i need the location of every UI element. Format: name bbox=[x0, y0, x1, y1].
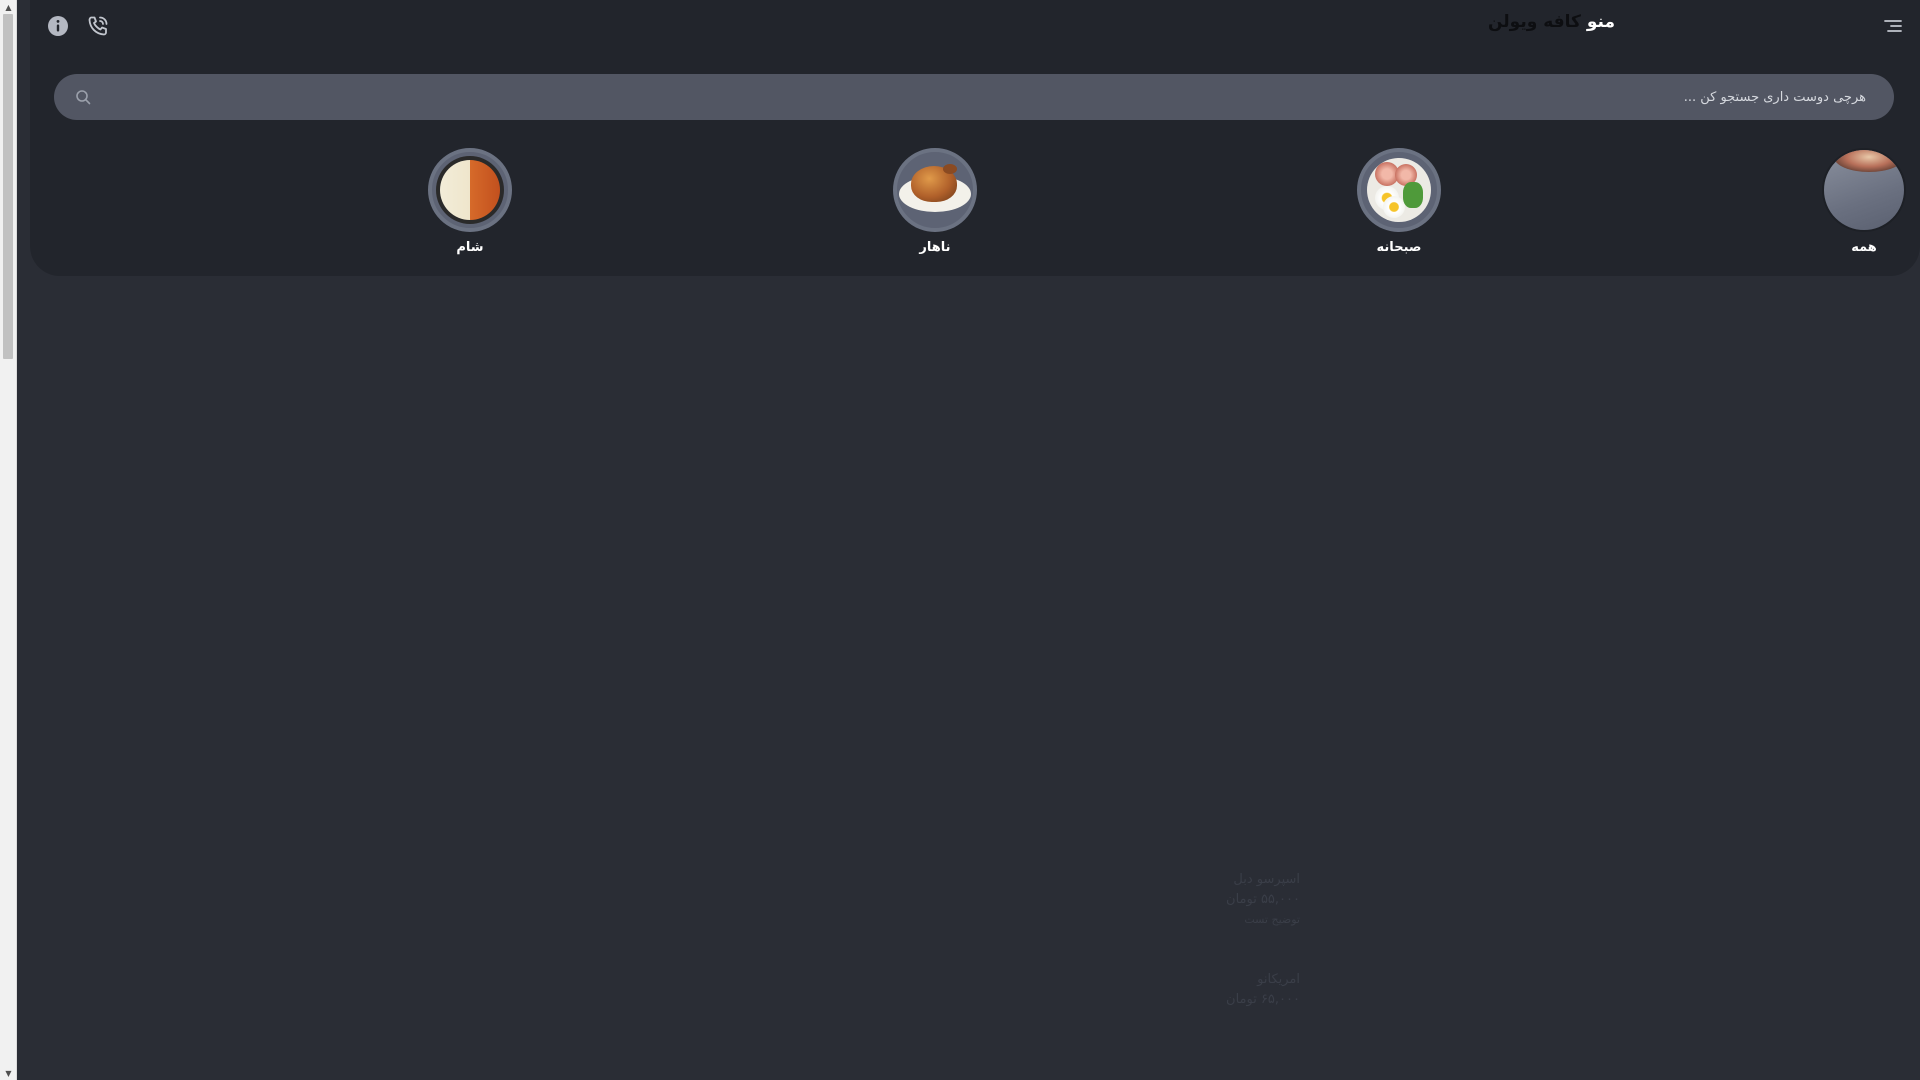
brand-title: منو کافه ویولن bbox=[1488, 12, 1615, 32]
header-panel: منو کافه ویولن هرچی دوست داری جستجو کن .… bbox=[30, 0, 1920, 276]
scroll-up-arrow[interactable]: ▲ bbox=[0, 0, 17, 14]
scrollbar-thumb[interactable] bbox=[3, 14, 13, 359]
menu-item-name: امریکانو bbox=[1257, 972, 1300, 987]
scroll-down-arrow[interactable]: ▼ bbox=[0, 1066, 17, 1080]
category-lunch-image bbox=[893, 148, 977, 232]
menu-item-price: ۵۵,۰۰۰ تومان bbox=[1226, 892, 1300, 907]
category-label: صبحانه bbox=[1376, 240, 1422, 255]
search-button[interactable] bbox=[72, 86, 94, 108]
category-dinner[interactable]: شام bbox=[415, 148, 525, 255]
info-icon bbox=[48, 16, 68, 36]
search-bar[interactable] bbox=[54, 74, 1894, 120]
category-all[interactable]: همه bbox=[1809, 148, 1919, 255]
search-input[interactable] bbox=[94, 88, 1868, 106]
category-label: ناهار bbox=[919, 240, 951, 255]
category-lunch[interactable]: ناهار bbox=[880, 148, 990, 255]
search-icon bbox=[76, 90, 91, 105]
call-button[interactable] bbox=[83, 11, 113, 41]
category-dinner-image bbox=[428, 148, 512, 232]
menu-item-description: توضیح تست bbox=[1244, 913, 1300, 926]
brand-word-menu: منو bbox=[1586, 12, 1615, 32]
brand-word-cafe: کافه ویولن bbox=[1488, 12, 1581, 32]
menu-button[interactable] bbox=[1878, 11, 1908, 41]
category-breakfast[interactable]: صبحانه bbox=[1344, 148, 1454, 255]
menu-item-name: اسپرسو دبل bbox=[1233, 872, 1300, 887]
page-scrollbar[interactable]: ▲ ▼ bbox=[0, 0, 17, 1080]
category-label: شام bbox=[456, 240, 484, 255]
category-breakfast-image bbox=[1357, 148, 1441, 232]
menu-icon bbox=[1884, 20, 1902, 32]
menu-item[interactable]: اسپرسو دبل ۵۵,۰۰۰ تومان توضیح تست bbox=[1180, 870, 1300, 930]
menu-item-price: ۶۵,۰۰۰ تومان bbox=[1226, 992, 1300, 1007]
category-all-image bbox=[1822, 148, 1906, 232]
category-label: همه bbox=[1851, 240, 1877, 255]
menu-item[interactable]: امریکانو ۶۵,۰۰۰ تومان bbox=[1180, 970, 1300, 1010]
menu-items-list: اسپرسو دبل ۵۵,۰۰۰ تومان توضیح تست امریکا… bbox=[1180, 870, 1300, 1050]
app-root: منو کافه ویولن هرچی دوست داری جستجو کن .… bbox=[30, 0, 1920, 1080]
info-button[interactable] bbox=[43, 11, 73, 41]
top-bar: منو کافه ویولن bbox=[30, 0, 1920, 52]
phone-icon bbox=[88, 16, 108, 36]
